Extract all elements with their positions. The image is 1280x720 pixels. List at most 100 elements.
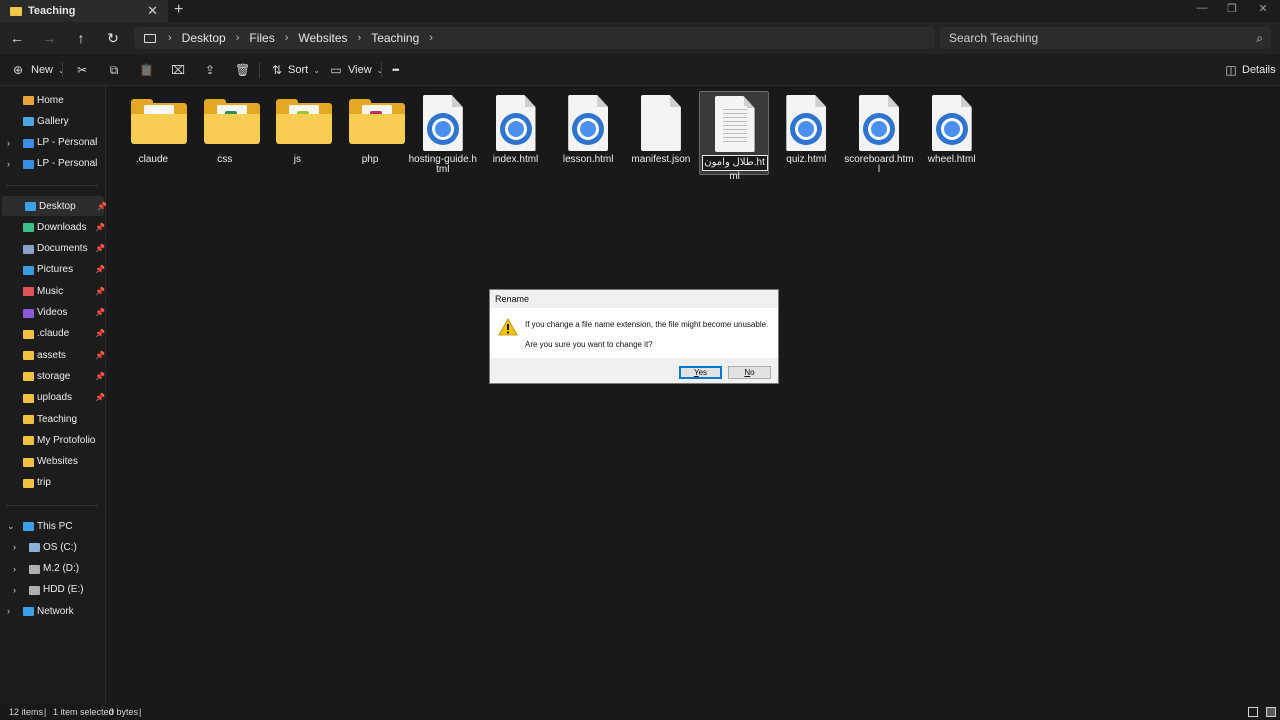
sidebar-item-teaching[interactable]: Teaching [0, 409, 104, 429]
sidebar-item-m-2-d[interactable]: › M.2 (D:) [0, 559, 104, 579]
large-icons-view-icon[interactable] [1266, 707, 1276, 717]
no-button[interactable]: No [728, 366, 771, 379]
file-item[interactable]: .claude [117, 91, 187, 175]
sidebar-item-network[interactable]: › Network [0, 601, 104, 621]
navigation-pane: Home Gallery › LP - Personal › LP - Personal D… [0, 86, 107, 704]
copy-button[interactable]: ⧉ [107, 62, 121, 78]
sidebar-divider [6, 505, 98, 506]
close-window-button[interactable]: ✕ [1248, 2, 1278, 15]
sidebar-item-storage[interactable]: storage 📌 [0, 366, 105, 386]
toolbar-divider [62, 62, 63, 78]
file-item[interactable]: lesson.html [553, 91, 623, 175]
breadcrumb-separator[interactable]: › [358, 32, 362, 44]
sidebar-item-claude[interactable]: .claude 📌 [0, 324, 105, 344]
sidebar-item-videos[interactable]: Videos 📌 [0, 303, 105, 323]
refresh-icon[interactable]: ↻ [105, 30, 121, 46]
cut-icon: ✂ [76, 63, 88, 77]
file-item[interactable]: scoreboard.html [844, 91, 914, 175]
file-item[interactable]: php [335, 91, 406, 175]
sidebar-item-gallery[interactable]: Gallery [0, 111, 104, 131]
forward-icon[interactable]: → [41, 30, 57, 46]
rename-button[interactable]: ⌧ [171, 62, 185, 78]
sidebar-item-label: OS (C:) [43, 541, 77, 553]
yes-button[interactable]: Yes [679, 366, 722, 379]
sidebar-item-downloads[interactable]: Downloads 📌 [0, 217, 105, 237]
address-bar[interactable]: › Desktop › Files › Websites › Teaching … [134, 27, 935, 49]
breadcrumb-separator[interactable]: › [429, 32, 433, 44]
sidebar-item-label: LP - Personal [37, 137, 98, 149]
back-icon[interactable]: ← [9, 30, 25, 46]
breadcrumb-files[interactable]: Files [249, 31, 274, 45]
title-bar: Teaching ✕ + — ❐ ✕ [0, 0, 1280, 22]
breadcrumb-separator[interactable]: › [285, 32, 289, 44]
rename-icon: ⌧ [171, 63, 185, 77]
file-item[interactable]: css [190, 91, 260, 175]
sidebar-item-label: My Protofolio [37, 434, 96, 446]
file-item[interactable]: hosting-guide.html [408, 91, 478, 175]
maximize-button[interactable]: ❐ [1217, 2, 1247, 15]
breadcrumb-websites[interactable]: Websites [298, 31, 347, 45]
pin-icon: 📌 [95, 265, 105, 275]
search-icon[interactable]: ⌕ [1256, 27, 1263, 49]
file-item[interactable]: طلال وامون.html [698, 91, 769, 182]
chrome-html-file-icon [782, 93, 830, 153]
sidebar-item-label: Gallery [37, 115, 69, 127]
new-tab-button[interactable]: + [174, 1, 183, 19]
breadcrumb-teaching[interactable]: Teaching [371, 31, 419, 45]
breadcrumb-desktop[interactable]: Desktop [182, 31, 226, 45]
view-button[interactable]: ▭ View ⌄ [329, 62, 383, 78]
sidebar-item-trip[interactable]: trip [0, 473, 104, 493]
file-item[interactable]: quiz.html [771, 91, 841, 175]
details-button[interactable]: ◫ Details [1224, 62, 1275, 78]
sidebar-item-assets[interactable]: assets 📌 [0, 345, 105, 365]
cloud-icon [23, 138, 34, 148]
sidebar-item-this-pc[interactable]: ⌄ This PC [0, 516, 104, 536]
file-item[interactable]: js [262, 91, 333, 175]
breadcrumb-separator[interactable]: › [236, 32, 240, 44]
sidebar-item-label: M.2 (D:) [43, 563, 80, 575]
close-tab-icon[interactable]: ✕ [147, 3, 158, 19]
rename-input[interactable]: طلال وامون.html [701, 155, 768, 182]
chevron-right-icon[interactable]: › [7, 138, 10, 148]
sidebar-item-music[interactable]: Music 📌 [0, 281, 105, 301]
chevron-right-icon[interactable]: › [13, 585, 16, 595]
sidebar-item-desktop[interactable]: Desktop 📌 [2, 196, 107, 216]
chevron-down-icon[interactable]: ⌄ [7, 521, 15, 532]
up-icon[interactable]: ↑ [73, 30, 89, 46]
sidebar-item-documents[interactable]: Documents 📌 [0, 239, 105, 259]
chevron-right-icon[interactable]: › [7, 159, 10, 169]
sidebar-item-hdd-e[interactable]: › HDD (E:) [0, 580, 104, 600]
minimize-button[interactable]: — [1187, 2, 1217, 14]
folder-icon [23, 415, 34, 424]
chrome-html-file-icon [564, 93, 612, 153]
sidebar-item-pictures[interactable]: Pictures 📌 [0, 260, 105, 280]
sidebar-item-uploads[interactable]: uploads 📌 [0, 388, 105, 408]
sidebar-item-my-protofolio[interactable]: My Protofolio [0, 430, 104, 450]
new-button[interactable]: ⊕ New ⌄ [11, 62, 65, 78]
chevron-right-icon[interactable]: › [13, 564, 16, 574]
tab-teaching[interactable]: Teaching ✕ [0, 0, 168, 22]
pin-icon: 📌 [95, 393, 105, 403]
sidebar-item-os-c[interactable]: › OS (C:) [0, 537, 104, 557]
share-button[interactable]: ⇪ [203, 62, 217, 78]
pc-icon [23, 522, 34, 531]
file-item[interactable]: manifest.json [626, 91, 696, 175]
sidebar-item-label: Home [37, 94, 64, 106]
sidebar-item-lp-personal[interactable]: › LP - Personal [0, 133, 104, 153]
sidebar-item-label: Music [37, 285, 64, 297]
chevron-right-icon[interactable]: › [13, 542, 16, 552]
search-input[interactable]: Search Teaching ⌕ [940, 27, 1271, 49]
details-view-icon[interactable] [1248, 707, 1258, 717]
sidebar-item-home[interactable]: Home [0, 90, 104, 110]
chevron-right-icon[interactable]: › [7, 606, 10, 616]
delete-button[interactable]: 🗑 [235, 62, 250, 78]
paste-button[interactable]: 📋 [139, 62, 154, 78]
sort-button[interactable]: ⇅ Sort ⌄ [270, 62, 320, 78]
more-options-button[interactable]: ••• [392, 62, 400, 78]
chevron-down-icon: ⌄ [313, 65, 320, 75]
cut-button[interactable]: ✂ [75, 62, 89, 78]
sidebar-item-lp-personal[interactable]: › LP - Personal [0, 154, 104, 174]
file-item[interactable]: wheel.html [917, 91, 987, 175]
sidebar-item-websites[interactable]: Websites [0, 452, 104, 472]
file-item[interactable]: index.html [481, 91, 551, 175]
